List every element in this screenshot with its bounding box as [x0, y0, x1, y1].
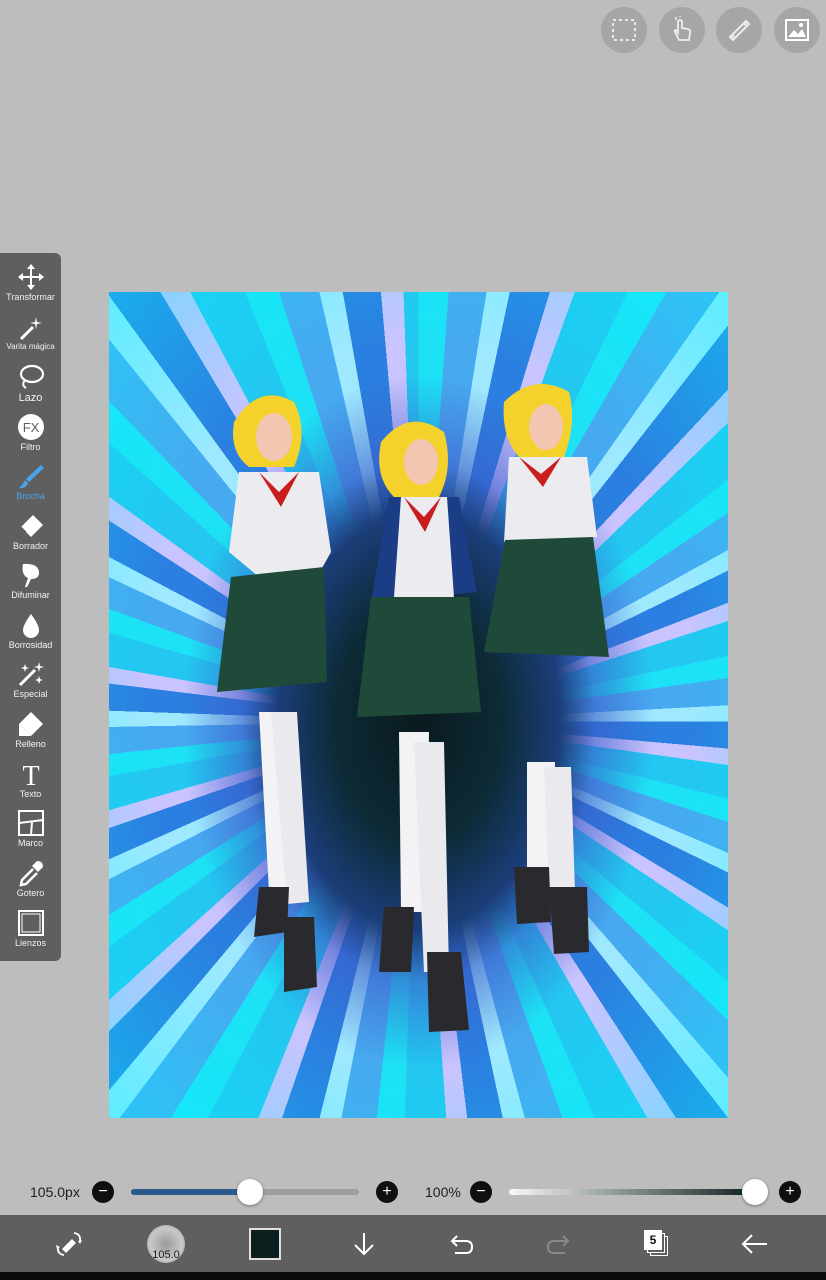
- tool-label: Difuminar: [11, 590, 50, 600]
- swap-tools-button[interactable]: [48, 1215, 90, 1272]
- plus-icon: +: [382, 1183, 392, 1200]
- tool-special[interactable]: Especial: [0, 658, 61, 707]
- svg-text:FX: FX: [22, 420, 39, 435]
- tool-lasso[interactable]: Lazo: [0, 361, 61, 410]
- tool-label: Borrador: [12, 541, 48, 551]
- touch-hand-icon: [673, 16, 692, 41]
- plus-icon: +: [785, 1183, 795, 1200]
- opacity-slider-handle[interactable]: [742, 1179, 768, 1205]
- back-arrow-icon: [741, 1233, 767, 1254]
- fill-bucket-icon: [18, 712, 43, 736]
- brush-size-increase-button[interactable]: +: [376, 1181, 398, 1203]
- tool-label: Borrosidad: [8, 640, 53, 650]
- fx-filter-icon: FX: [17, 414, 44, 440]
- tool-transform[interactable]: Transformar: [0, 261, 61, 310]
- layer-count: 5: [649, 1232, 657, 1247]
- brush-size-fill: [131, 1189, 250, 1195]
- swap-tools-icon: [56, 1231, 82, 1256]
- back-button[interactable]: [736, 1215, 774, 1272]
- layers-icon: 5: [644, 1229, 670, 1258]
- figure-left: [217, 395, 331, 992]
- tool-label: Filtro: [20, 442, 41, 452]
- bottom-toolbar: [0, 1215, 826, 1272]
- touch-button[interactable]: [659, 7, 705, 53]
- tool-filter[interactable]: FX Filtro: [0, 411, 61, 460]
- ruler-button[interactable]: [716, 7, 762, 53]
- tool-magic-wand[interactable]: Varita mágica: [0, 311, 61, 360]
- undo-icon: [450, 1234, 474, 1254]
- smudge-icon: [22, 563, 39, 587]
- tool-label: Gotero: [16, 888, 45, 898]
- tool-eraser[interactable]: Borrador: [0, 510, 61, 559]
- drawing-canvas[interactable]: [109, 292, 728, 1118]
- redo-icon: [546, 1234, 570, 1254]
- tool-label: Transformar: [6, 292, 55, 302]
- tool-label: Varita mágica: [6, 342, 55, 351]
- brush-preview-label: 105.0: [152, 1248, 180, 1261]
- tool-brush[interactable]: Brocha: [0, 460, 61, 509]
- reference-image-button[interactable]: [774, 7, 820, 53]
- text-t-icon: T: [22, 761, 39, 788]
- blur-drop-icon: [22, 614, 39, 638]
- selection-button[interactable]: [601, 7, 647, 53]
- tool-smudge[interactable]: Difuminar: [0, 559, 61, 608]
- undo-button[interactable]: [442, 1215, 480, 1272]
- tool-label: Marco: [17, 838, 43, 848]
- eyedropper-icon: [18, 861, 43, 887]
- brush-size-decrease-button[interactable]: −: [92, 1181, 114, 1203]
- tool-label: Texto: [19, 789, 42, 799]
- ruler-icon: [728, 19, 751, 42]
- tool-label: Brocha: [16, 491, 45, 501]
- brush-size-value: 105.0px: [30, 1184, 80, 1200]
- selection-icon: [612, 19, 636, 41]
- image-icon: [785, 19, 809, 41]
- left-toolbar: Transformar Varita mágica Lazo FX Filtro…: [0, 253, 61, 961]
- color-swatch-icon: [249, 1227, 281, 1260]
- tool-canvas[interactable]: Lienzos: [0, 907, 61, 956]
- special-sparkle-icon: [18, 662, 44, 687]
- figure-right: [484, 384, 609, 954]
- download-arrow-icon: [354, 1232, 374, 1255]
- opacity-track[interactable]: [509, 1189, 755, 1195]
- minus-icon: −: [98, 1183, 108, 1200]
- brush-size-slider-handle[interactable]: [236, 1179, 263, 1205]
- eraser-icon: [20, 515, 43, 537]
- redo-button[interactable]: [540, 1215, 578, 1272]
- color-swatch-button[interactable]: [246, 1215, 284, 1272]
- tool-label: Lazo: [18, 392, 43, 404]
- frame-divider-icon: [17, 810, 44, 836]
- lasso-icon: [19, 364, 44, 389]
- tool-label: Lienzos: [14, 938, 47, 948]
- save-download-button[interactable]: [345, 1215, 383, 1272]
- canvas-icon: [17, 910, 44, 936]
- brush-preview-icon: 105.0: [147, 1224, 185, 1263]
- tool-label: Relleno: [15, 739, 46, 749]
- tool-blur[interactable]: Borrosidad: [0, 609, 61, 658]
- magic-wand-icon: [19, 317, 42, 341]
- brush-icon: [18, 465, 44, 489]
- minus-icon: −: [476, 1183, 486, 1200]
- artwork-illustration: [217, 384, 609, 1032]
- opacity-increase-button[interactable]: +: [779, 1181, 801, 1203]
- system-nav-strip: [0, 1272, 826, 1280]
- tool-frame[interactable]: Marco: [0, 807, 61, 856]
- transform-arrows-icon: [17, 264, 44, 290]
- svg-text:T: T: [22, 761, 39, 788]
- tool-fill[interactable]: Relleno: [0, 708, 61, 757]
- opacity-decrease-button[interactable]: −: [470, 1181, 492, 1203]
- tool-label: Especial: [13, 689, 48, 699]
- figure-middle: [357, 421, 481, 1032]
- opacity-value: 100%: [425, 1184, 461, 1200]
- tool-text[interactable]: T Texto: [0, 758, 61, 807]
- brush-preview-button[interactable]: 105.0: [143, 1215, 189, 1272]
- tool-eyedropper[interactable]: Gotero: [0, 857, 61, 906]
- layers-button[interactable]: 5: [638, 1215, 676, 1272]
